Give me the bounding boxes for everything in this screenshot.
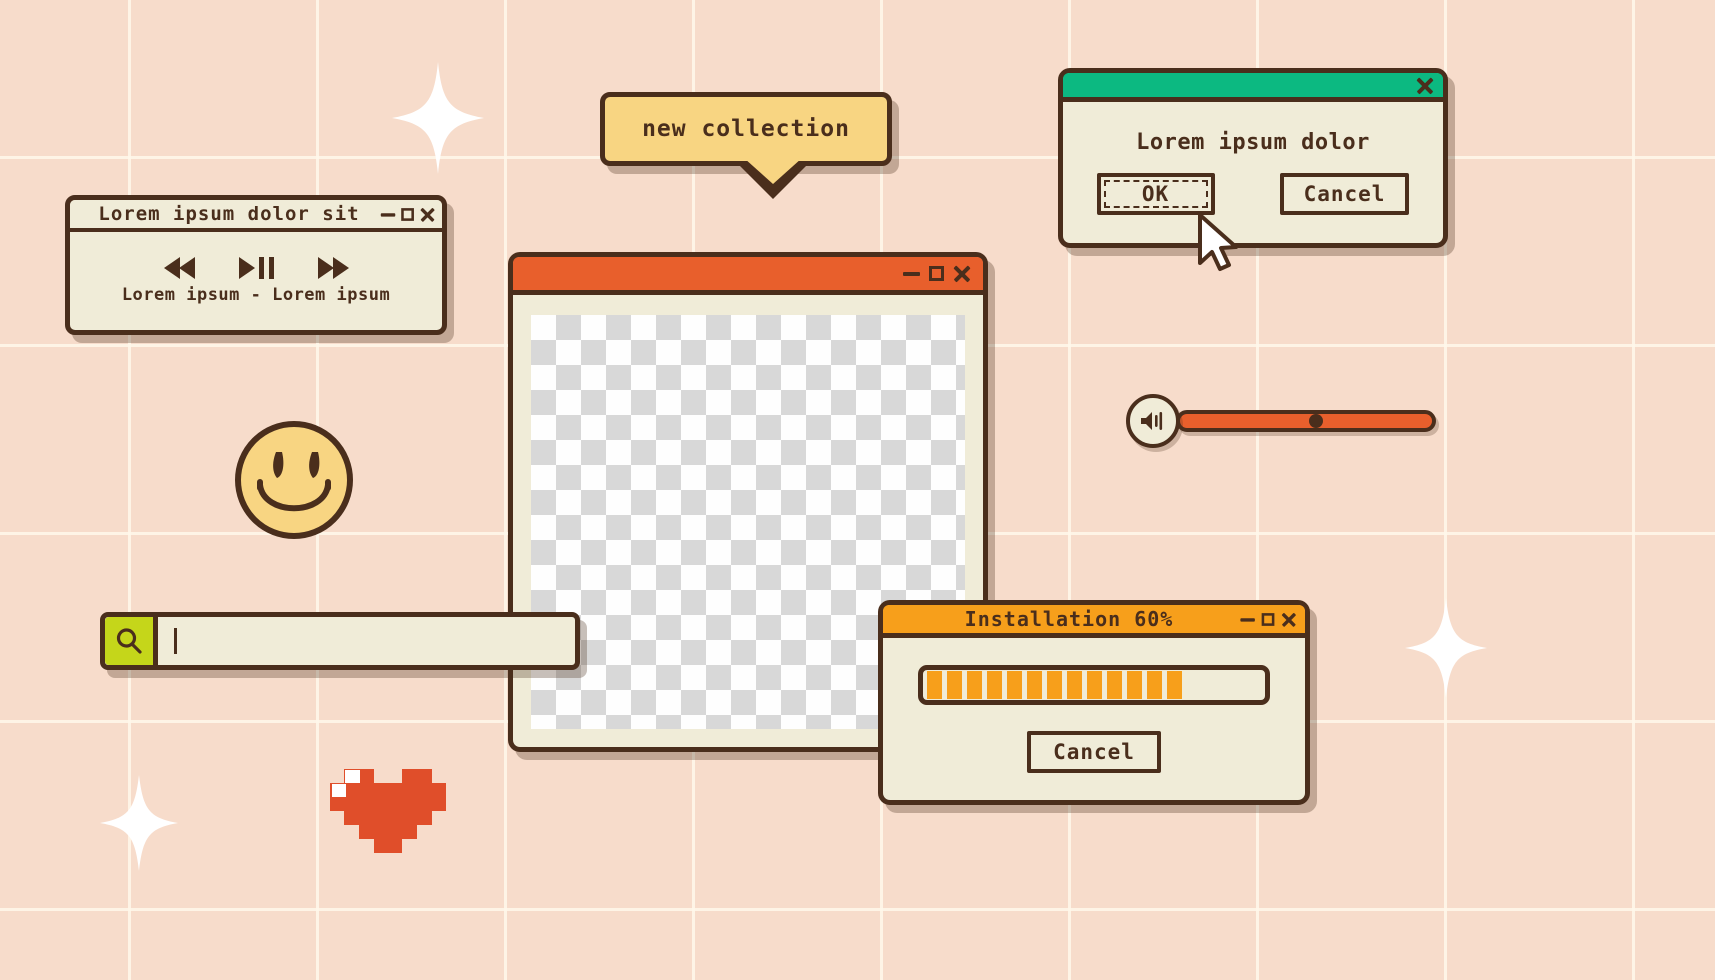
progress-segment bbox=[927, 671, 942, 699]
media-player-window: Lorem ipsum dolor sit Lorem ipsum - Lore… bbox=[65, 195, 447, 335]
progress-bar bbox=[918, 665, 1270, 705]
cancel-button[interactable]: Cancel bbox=[1279, 173, 1410, 215]
progress-segment bbox=[1147, 671, 1162, 699]
close-icon[interactable] bbox=[1281, 612, 1295, 626]
progress-segment bbox=[1007, 671, 1022, 699]
player-body: Lorem ipsum - Lorem ipsum bbox=[70, 232, 442, 330]
installation-window: Installation 60% Cancel bbox=[878, 600, 1310, 805]
ok-button[interactable]: OK bbox=[1096, 173, 1215, 215]
install-body: Cancel bbox=[883, 638, 1305, 800]
progress-segment bbox=[1067, 671, 1082, 699]
play-pause-icon[interactable] bbox=[238, 257, 274, 279]
player-title: Lorem ipsum dolor sit bbox=[98, 203, 360, 225]
maximize-icon[interactable] bbox=[401, 207, 414, 221]
track-label: Lorem ipsum - Lorem ipsum bbox=[121, 285, 391, 305]
install-cancel-button[interactable]: Cancel bbox=[1027, 731, 1161, 773]
sparkle-icon bbox=[392, 62, 484, 174]
minimize-icon[interactable] bbox=[380, 212, 396, 216]
minimize-icon[interactable] bbox=[1240, 617, 1255, 621]
install-titlebar: Installation 60% bbox=[883, 605, 1305, 638]
sparkle-icon bbox=[100, 775, 178, 871]
dialog-titlebar bbox=[1063, 73, 1443, 102]
maximize-icon[interactable] bbox=[929, 266, 944, 281]
speech-bubble: new collection bbox=[600, 92, 892, 166]
fast-forward-icon[interactable] bbox=[317, 257, 349, 279]
dialog-message: Lorem ipsum dolor bbox=[1136, 130, 1370, 155]
progress-segment bbox=[1107, 671, 1122, 699]
player-window-controls bbox=[380, 207, 442, 221]
progress-segment bbox=[1047, 671, 1062, 699]
dialog-button-row: OK Cancel bbox=[1096, 173, 1410, 215]
progress-segment bbox=[1167, 671, 1182, 699]
progress-segment bbox=[987, 671, 1002, 699]
minimize-icon[interactable] bbox=[903, 271, 920, 276]
confirm-dialog-window: Lorem ipsum dolor OK Cancel bbox=[1058, 68, 1448, 248]
search-input-caret[interactable] bbox=[174, 628, 177, 654]
transport-controls bbox=[163, 257, 349, 279]
magnifier-icon bbox=[116, 628, 142, 654]
close-icon[interactable] bbox=[953, 265, 970, 282]
volume-slider-knob[interactable] bbox=[1309, 414, 1324, 428]
close-icon[interactable] bbox=[420, 207, 434, 221]
maximize-icon[interactable] bbox=[1261, 612, 1275, 626]
progress-segment bbox=[947, 671, 962, 699]
progress-segment bbox=[1087, 671, 1102, 699]
rewind-icon[interactable] bbox=[163, 257, 195, 279]
search-button[interactable] bbox=[105, 617, 158, 665]
close-icon[interactable] bbox=[1416, 77, 1433, 94]
volume-slider-track[interactable] bbox=[1176, 410, 1436, 432]
speech-bubble-tail-fill bbox=[744, 158, 802, 184]
install-title: Installation 60% bbox=[964, 607, 1174, 631]
install-window-controls bbox=[1240, 612, 1305, 626]
progress-segment bbox=[967, 671, 982, 699]
arrow-cursor bbox=[1198, 213, 1238, 271]
dialog-window-controls bbox=[1416, 77, 1443, 94]
progress-segment bbox=[1027, 671, 1042, 699]
pixel-heart bbox=[330, 769, 446, 853]
progress-segment bbox=[1127, 671, 1142, 699]
search-bar[interactable] bbox=[100, 612, 580, 670]
smiley-face bbox=[235, 421, 353, 539]
speaker-glyph bbox=[1141, 412, 1163, 430]
speaker-volume-icon[interactable] bbox=[1126, 394, 1180, 448]
sparkle-icon bbox=[1405, 598, 1487, 698]
dialog-body: Lorem ipsum dolor OK Cancel bbox=[1063, 102, 1443, 243]
main-window-controls bbox=[903, 265, 983, 282]
main-window-titlebar bbox=[513, 257, 983, 295]
speech-bubble-text: new collection bbox=[642, 116, 850, 142]
player-titlebar: Lorem ipsum dolor sit bbox=[70, 200, 442, 232]
volume-control bbox=[1126, 394, 1436, 448]
